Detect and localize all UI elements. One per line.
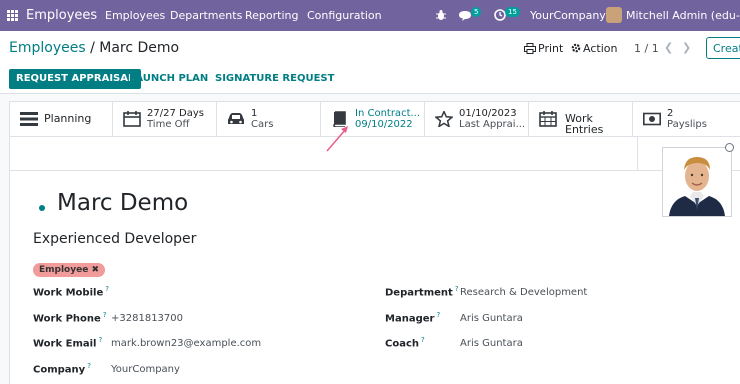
chat-icon[interactable] [458,10,472,22]
launch-plan-button[interactable]: LAUNCH PLAN [129,69,208,89]
department-field[interactable]: Research & Development [460,287,587,298]
breadcrumb-separator: / [85,40,100,56]
smart-buttons-row: Planning 27/27 Days Time Off 1 Cars In C… [10,102,740,137]
manager-label: Manager? [385,311,441,325]
print-icon[interactable] [524,43,536,54]
contract-date: 09/10/2022 [355,119,413,130]
employee-name[interactable]: Marc Demo [57,190,188,216]
timeoff-value: 27/27 Days [147,108,204,119]
pager-next-icon[interactable]: ❯ [682,41,691,54]
menu-configuration[interactable]: Configuration [307,9,382,22]
tag-remove-icon[interactable]: ✖ [91,265,99,275]
work-phone-field[interactable]: +3281813700 [111,313,183,324]
work-mobile-label: Work Mobile? [33,285,109,299]
calendar-icon [123,111,141,127]
activities-count-badge: 15 [505,7,520,17]
form-statusbar: REQUEST APPRAISAL LAUNCH PLAN SIGNATURE … [0,65,740,94]
user-avatar[interactable] [606,7,622,23]
pager-prev-icon[interactable]: ❮ [664,41,673,54]
work-entries-smart-button[interactable]: Work Entries [529,102,633,136]
timeoff-smart-button[interactable]: 27/27 Days Time Off [113,102,217,136]
cars-label: Cars [251,119,274,130]
planning-label: Planning [44,112,92,125]
cars-smart-button[interactable]: 1 Cars [217,102,321,136]
star-icon [435,111,453,127]
photo-edit-handle[interactable] [725,143,734,152]
work-phone-label: Work Phone? [33,311,107,325]
appraisal-label: Last Apprai... [459,119,526,130]
work-email-field[interactable]: mark.brown23@example.com [111,338,261,349]
annotation-arrow [326,126,348,152]
breadcrumb-current: Marc Demo [99,40,180,56]
calendar-grid-icon [539,111,557,127]
manager-field[interactable]: Aris Guntara [460,313,523,324]
work-entries-label: Work Entries [565,112,604,136]
appraisal-smart-button[interactable]: 01/10/2023 Last Apprai... [425,102,529,136]
company-label: Company? [33,362,91,376]
apps-menu-icon[interactable] [7,10,18,21]
cars-value: 1 [251,108,258,119]
company-field[interactable]: YourCompany [111,364,180,375]
presence-status-dot [39,205,45,211]
employee-tag-label: Employee [39,265,89,275]
coach-field[interactable]: Aris Guntara [460,338,523,349]
messages-count-badge: 5 [471,7,482,17]
timeoff-label: Time Off [147,119,190,130]
menu-reporting[interactable]: Reporting [245,9,298,22]
employee-photo[interactable] [662,147,732,217]
print-button[interactable]: Print [538,42,563,55]
control-panel: Employees / Marc Demo Print Action 1 / 1… [0,31,740,66]
menu-departments[interactable]: Departments [170,9,242,22]
create-button[interactable]: Create [706,37,740,59]
department-label: Department? [385,285,459,299]
pager-value[interactable]: 1 / 1 [634,42,659,55]
payslips-smart-button[interactable]: 2 Payslips [633,102,740,136]
contract-label: In Contract... [355,108,421,119]
top-navbar: Employees Employees Departments Reportin… [0,0,740,31]
employee-tag[interactable]: Employee ✖ [33,263,105,277]
action-button[interactable]: Action [583,42,617,55]
menu-employees[interactable]: Employees [105,9,165,22]
work-email-label: Work Email? [33,336,103,350]
planning-smart-button[interactable]: Planning [10,102,113,136]
company-switcher[interactable]: YourCompany [530,9,606,22]
bug-icon[interactable] [435,9,447,21]
user-menu[interactable]: Mitchell Admin (edu-surya [626,9,740,22]
appraisal-date: 01/10/2023 [459,108,517,119]
request-appraisal-button[interactable]: REQUEST APPRAISAL [9,69,142,89]
payslips-label: Payslips [667,119,707,130]
breadcrumb-employees-link[interactable]: Employees [9,40,86,56]
car-icon [228,113,244,124]
smart-buttons-overflow-row [10,137,740,171]
money-icon [643,112,661,126]
job-title[interactable]: Experienced Developer [33,231,196,247]
coach-label: Coach? [385,336,425,350]
breadcrumb: Employees / Marc Demo [9,40,179,56]
signature-request-button[interactable]: SIGNATURE REQUEST [215,69,334,89]
planning-icon [20,112,38,126]
app-title[interactable]: Employees [26,8,97,23]
payslips-value: 2 [667,108,674,119]
gear-icon[interactable] [571,43,581,53]
employee-avatar-image [663,148,731,216]
